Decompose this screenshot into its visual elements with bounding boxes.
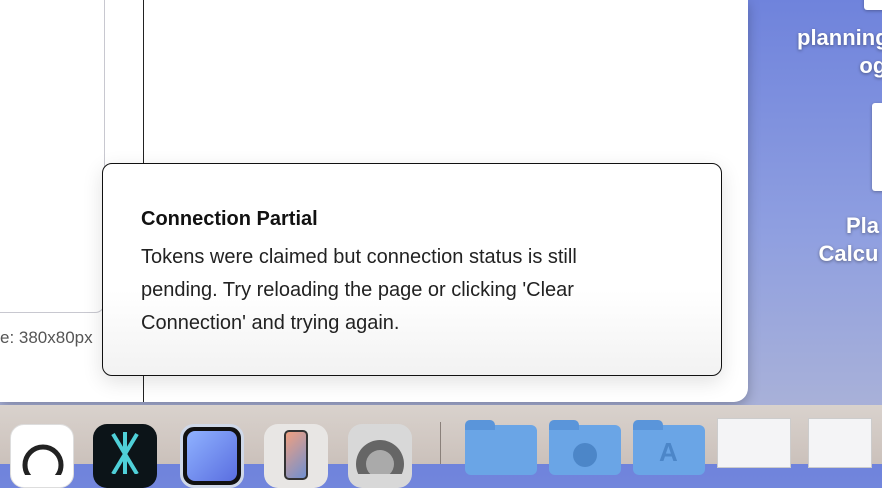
- label-line: planning: [797, 25, 882, 50]
- toast-message: Tokens were claimed but connection statu…: [141, 246, 577, 334]
- iphone-mirroring-icon[interactable]: [180, 424, 244, 488]
- dock-separator: [440, 422, 441, 464]
- recent-window-thumbnail[interactable]: [717, 418, 791, 468]
- desktop-item-label-calculator[interactable]: Pla Calcu: [818, 212, 879, 268]
- recent-window-thumbnail[interactable]: [808, 418, 872, 468]
- desktop-file-icon[interactable]: [864, 0, 882, 10]
- desktop-file-thumbnail[interactable]: [872, 103, 882, 191]
- label-line: og: [859, 53, 882, 78]
- system-settings-icon[interactable]: [348, 424, 412, 488]
- preview-panel: [0, 0, 105, 313]
- dock: A: [0, 405, 882, 488]
- size-label: e: 380x80px: [0, 328, 93, 347]
- iphone-icon[interactable]: [264, 424, 328, 488]
- desktop-item-label-planning[interactable]: planning og: [797, 24, 882, 80]
- chatgpt-icon[interactable]: [10, 424, 74, 488]
- downloads-folder-icon[interactable]: [549, 420, 621, 475]
- toast-title: Connection Partial: [141, 208, 318, 230]
- documents-folder-icon[interactable]: [465, 420, 537, 475]
- label-line: Calcu: [818, 241, 879, 266]
- connection-toast: Connection Partial Tokens were claimed b…: [102, 163, 722, 376]
- applications-folder-icon[interactable]: A: [633, 420, 705, 475]
- label-line: Pla: [846, 213, 880, 238]
- app-icon[interactable]: [93, 424, 157, 488]
